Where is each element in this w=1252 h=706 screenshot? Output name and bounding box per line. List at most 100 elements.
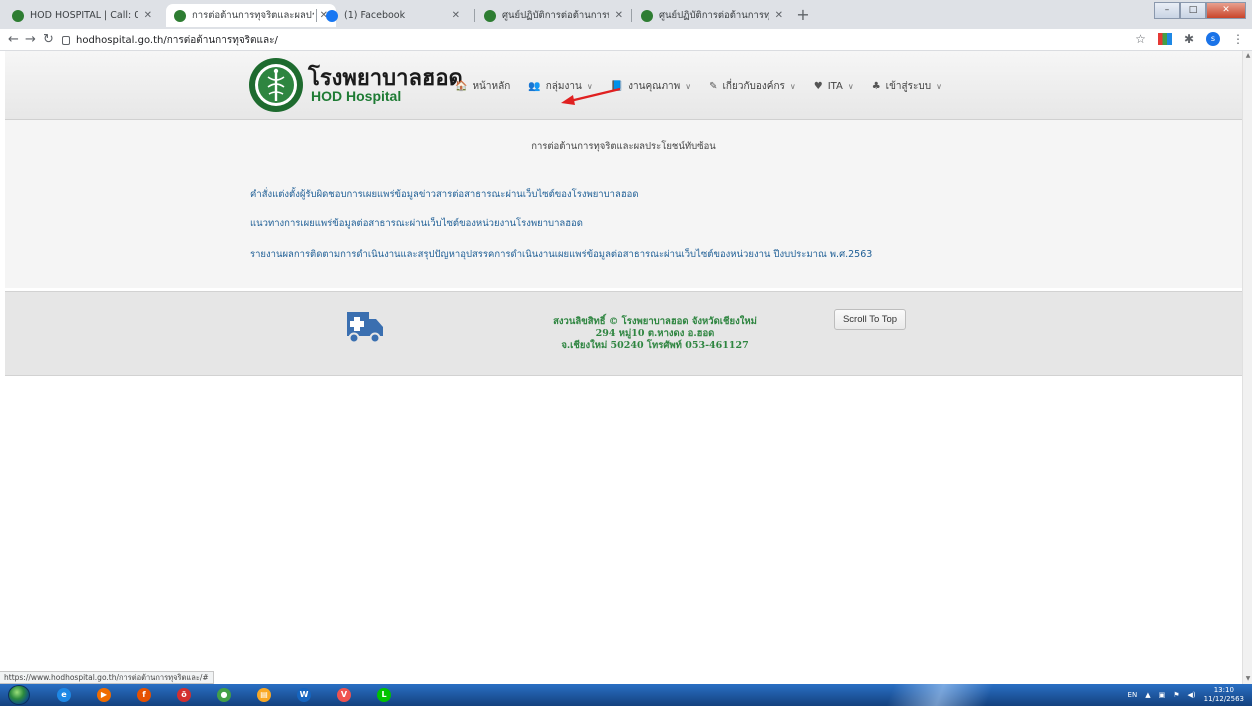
browser-tab[interactable]: HOD HOSPITAL | Call: 053-46112 ✕	[4, 4, 160, 27]
tab-favicon-icon	[641, 9, 653, 22]
main-navigation: 🏠 หน้าหลัก 👥 กลุ่มงาน ∨ 📘 งานคุณภาพ ∨ ✎ เกี่ยวกับ…	[455, 79, 942, 94]
chevron-down-icon: ∨	[847, 82, 854, 91]
tab-separator	[316, 9, 317, 22]
tab-title: การต่อต้านการทุจริตและผลประโยชน์ทั	[192, 10, 314, 21]
nav-item[interactable]: ✎ เกี่ยวกับองค์กร ∨	[709, 79, 796, 94]
chevron-down-icon: ∨	[685, 82, 692, 91]
document-link-publishing-guidelines[interactable]: แนวทางการเผยแพร่ข้อมูลต่อสาธารณะผ่านเว็บ…	[250, 216, 583, 231]
browser-tab[interactable]: การต่อต้านการทุจริตและผลประโยชน์ทั✕	[166, 4, 336, 27]
address-bar[interactable]: hodhospital.go.th/การต่อต้านการทุจริตและ…	[62, 31, 1122, 49]
taskbar-clock[interactable]: 13:10 11/12/2563	[1204, 686, 1244, 704]
nav-item-label: งานคุณภาพ	[628, 81, 681, 92]
taskbar-app-button[interactable]: e	[50, 686, 78, 704]
bookmark-star-icon[interactable]: ☆	[1135, 32, 1146, 46]
network-icon[interactable]: ▣	[1159, 691, 1166, 699]
tab-close-icon[interactable]: ✕	[144, 10, 152, 21]
windows-taskbar: e ▶ f ö ● ▤ W V L EN ▲ ▣ ⚑ ◀) 13:10 11/12/2563	[0, 684, 1252, 706]
footer-phone-line: จ.เชียงใหม่ 50240 โทรศัพท์ 053-461127	[561, 340, 749, 351]
tab-favicon-icon	[174, 9, 186, 22]
tab-title: ศูนย์ปฏิบัติการต่อต้านการทุจริต (ศปท.	[502, 10, 609, 21]
tab-close-icon[interactable]: ✕	[452, 10, 460, 21]
taskbar-app-button[interactable]: ●	[210, 686, 238, 704]
taskbar-app-button[interactable]: ▶	[90, 686, 118, 704]
media-player-icon: ▶	[97, 688, 111, 702]
hospital-seal-logo[interactable]	[248, 57, 304, 113]
sitemap-icon: ♣	[871, 81, 881, 92]
taskbar-glare	[820, 684, 1060, 706]
maximize-button[interactable]: □	[1180, 2, 1206, 19]
footer-copyright: สงวนลิขสิทธิ์ © โรงพยาบาลฮอด จังหวัดเชีย…	[553, 316, 757, 327]
extensions-puzzle-icon[interactable]: ✱	[1184, 32, 1194, 46]
tab-favicon-icon	[12, 9, 24, 22]
footer-address: สงวนลิขสิทธิ์ © โรงพยาบาลฮอด จังหวัดเชีย…	[525, 316, 785, 352]
document-link-appointment-order[interactable]: คำสั่งแต่งตั้งผู้รับผิดชอบการเผยแพร่ข้อม…	[250, 187, 639, 202]
line-icon: L	[377, 688, 391, 702]
profile-avatar-icon[interactable]: s	[1206, 32, 1220, 46]
address-toolbar: ← → ↻ hodhospital.go.th/การต่อต้านการทุจ…	[0, 29, 1252, 51]
document-link-progress-report[interactable]: รายงานผลการติดตามการดำเนินงานและสรุปปัญห…	[250, 247, 872, 262]
extension-icon[interactable]	[1157, 33, 1172, 45]
tray-expand-icon[interactable]: ▲	[1145, 691, 1150, 699]
system-tray: EN ▲ ▣ ⚑ ◀) 13:10 11/12/2563	[1128, 684, 1244, 706]
nav-item[interactable]: 🏠 หน้าหลัก	[455, 79, 510, 94]
scroll-down-icon[interactable]: ▼	[1243, 674, 1252, 684]
app-icon: ö	[177, 688, 191, 702]
address-url: hodhospital.go.th/การต่อต้านการทุจริตและ…	[76, 34, 278, 46]
pencil-icon: ✎	[709, 81, 718, 92]
nav-item-label: เข้าสู่ระบบ	[885, 81, 932, 92]
browser-tab-strip: HOD HOSPITAL | Call: 053-46112 ✕ การต่อต้า…	[0, 0, 1252, 29]
scroll-up-icon[interactable]: ▲	[1243, 51, 1252, 61]
taskbar-app-button[interactable]: W	[290, 686, 318, 704]
taskbar-app-button[interactable]: f	[130, 686, 158, 704]
browser-tab[interactable]: (1) Facebook ✕	[318, 4, 468, 27]
nav-item[interactable]: ♥ ITA ∨	[814, 79, 854, 94]
taskbar-app-button[interactable]: ▤	[250, 686, 278, 704]
chevron-down-icon: ∨	[936, 82, 942, 91]
clock-date: 11/12/2563	[1203, 695, 1244, 703]
tab-close-icon[interactable]: ✕	[615, 10, 623, 21]
ambulance-icon	[347, 312, 383, 344]
nav-item-label: หน้าหลัก	[472, 81, 511, 92]
scroll-to-top-button[interactable]: Scroll To Top	[834, 309, 906, 330]
vertical-scrollbar[interactable]: ▲ ▼	[1242, 51, 1252, 684]
site-footer: สงวนลิขสิทธิ์ © โรงพยาบาลฮอด จังหวัดเชีย…	[5, 291, 1242, 376]
word-icon: W	[297, 688, 311, 702]
red-arrow-annotation-icon	[561, 87, 621, 105]
back-icon[interactable]: ←	[8, 32, 19, 47]
language-indicator[interactable]: EN	[1128, 691, 1138, 699]
taskbar-app-button[interactable]: L	[370, 686, 398, 704]
menu-dots-icon[interactable]: ⋮	[1232, 32, 1244, 46]
firefox-icon: f	[137, 688, 151, 702]
new-tab-button[interactable]: +	[793, 5, 813, 25]
flag-icon[interactable]: ⚑	[1173, 691, 1179, 699]
volume-icon[interactable]: ◀)	[1188, 691, 1196, 699]
explorer-icon: ▤	[257, 688, 271, 702]
minimize-button[interactable]: –	[1154, 2, 1180, 19]
browser-tab[interactable]: ศูนย์ปฏิบัติการต่อต้านการทุจริต กระทร ✕	[633, 4, 791, 27]
nav-item-label: เกี่ยวกับองค์กร	[722, 81, 785, 92]
toolbar-icons: ☆ ✱ s ⋮	[1135, 32, 1244, 46]
start-button-icon[interactable]	[8, 685, 30, 705]
browser-tab[interactable]: ศูนย์ปฏิบัติการต่อต้านการทุจริต (ศปท. ✕	[476, 4, 631, 27]
tab-favicon-icon	[326, 9, 338, 22]
footer-address-line: 294 หมู่10 ต.หางดง อ.ฮอด	[595, 328, 715, 339]
ie-icon: e	[57, 688, 71, 702]
status-bar-url: https://www.hodhospital.go.th/การต่อต้าน…	[0, 671, 214, 684]
taskbar-app-button[interactable]: V	[330, 686, 358, 704]
tab-title: ศูนย์ปฏิบัติการต่อต้านการทุจริต กระทร	[659, 10, 769, 21]
reload-icon[interactable]: ↻	[43, 32, 54, 47]
close-window-button[interactable]: ✕	[1206, 2, 1246, 19]
chrome-icon: ●	[217, 688, 231, 702]
nav-item[interactable]: ♣ เข้าสู่ระบบ ∨	[872, 79, 942, 94]
clock-time: 13:10	[1213, 686, 1234, 694]
main-content: การต่อต้านการทุจริตและผลประโยชน์ทับซ้อน …	[5, 120, 1242, 288]
forward-icon[interactable]: →	[25, 32, 36, 47]
users-icon: 👥	[528, 81, 541, 92]
brand-name-english: HOD Hospital	[311, 88, 402, 104]
taskbar-app-button[interactable]: ö	[170, 686, 198, 704]
heart-icon: ♥	[813, 81, 823, 92]
window-controls: – □ ✕	[1154, 2, 1246, 19]
lock-icon	[62, 35, 70, 45]
page-title: การต่อต้านการทุจริตและผลประโยชน์ทับซ้อน	[531, 141, 716, 152]
tab-close-icon[interactable]: ✕	[775, 10, 783, 21]
